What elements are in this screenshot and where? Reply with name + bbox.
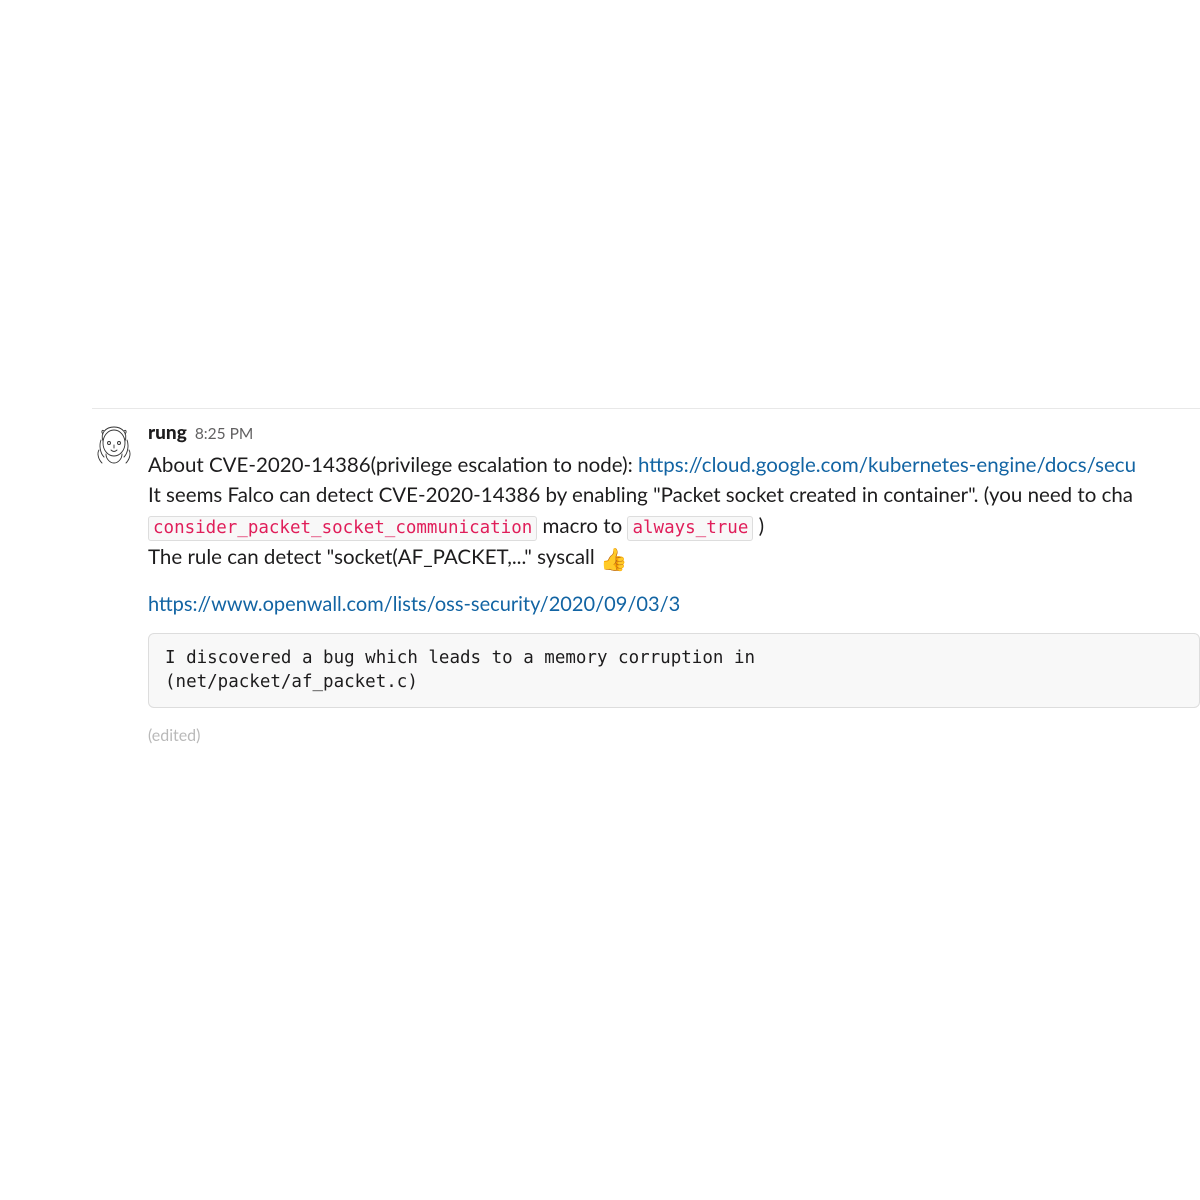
message-content: rung 8:25 PM About CVE-2020-14386(privil… bbox=[148, 419, 1200, 748]
timestamp[interactable]: 8:25 PM bbox=[195, 423, 254, 446]
text-macro-to: macro to bbox=[537, 514, 627, 538]
thumbs-up-icon[interactable]: 👍 bbox=[600, 542, 627, 575]
edited-label: (edited) bbox=[148, 724, 1200, 748]
avatar[interactable] bbox=[92, 423, 136, 467]
gcp-docs-link[interactable]: https://cloud.google.com/kubernetes-engi… bbox=[638, 453, 1136, 477]
message-header: rung 8:25 PM bbox=[148, 419, 1200, 448]
text-prefix: About CVE-2020-14386(privilege escalatio… bbox=[148, 453, 638, 477]
openwall-link[interactable]: https://www.openwall.com/lists/oss-secur… bbox=[148, 592, 680, 616]
text-close-paren: ) bbox=[753, 514, 764, 538]
code-always-true: always_true bbox=[627, 516, 753, 541]
avatar-sketch-icon bbox=[92, 423, 136, 467]
attachment-link-row: https://www.openwall.com/lists/oss-secur… bbox=[148, 589, 1200, 619]
message-line-4: The rule can detect "socket(AF_PACKET,..… bbox=[148, 542, 1200, 575]
username[interactable]: rung bbox=[148, 419, 187, 448]
code-macro-name: consider_packet_socket_communication bbox=[148, 516, 537, 541]
quote-line-2: (net/packet/af_packet.c) bbox=[165, 670, 1183, 695]
attachment-quote: I discovered a bug which leads to a memo… bbox=[148, 633, 1200, 708]
message-container: rung 8:25 PM About CVE-2020-14386(privil… bbox=[92, 408, 1200, 748]
text-syscall: The rule can detect "socket(AF_PACKET,..… bbox=[148, 545, 600, 569]
quote-line-1: I discovered a bug which leads to a memo… bbox=[165, 646, 1183, 671]
message-line-3: consider_packet_socket_communication mac… bbox=[148, 511, 1200, 542]
message-line-1: About CVE-2020-14386(privilege escalatio… bbox=[148, 450, 1200, 481]
message-line-2: It seems Falco can detect CVE-2020-14386… bbox=[148, 480, 1200, 511]
message: rung 8:25 PM About CVE-2020-14386(privil… bbox=[92, 419, 1200, 748]
